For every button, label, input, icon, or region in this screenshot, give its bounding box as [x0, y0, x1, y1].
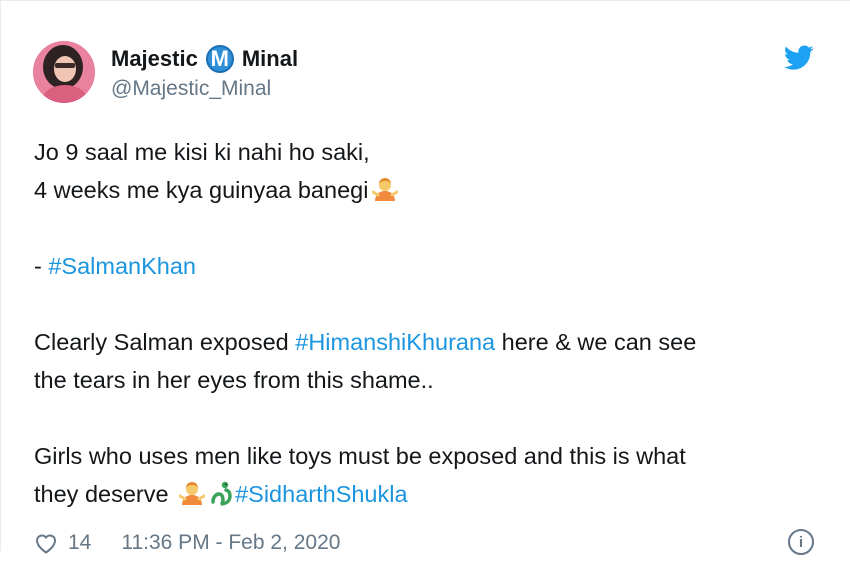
tweet-line: the tears in her eyes from this shame.. — [34, 367, 434, 393]
tweet-timestamp[interactable]: 11:36 PM - Feb 2, 2020 — [121, 531, 340, 555]
person-shrugging-emoji-icon — [179, 482, 206, 505]
author-name-last: Minal — [241, 46, 299, 71]
author-handle[interactable]: @Majestic_Minal — [111, 77, 271, 101]
twitter-bird-icon[interactable] — [784, 45, 814, 71]
tweet-line: Girls who uses men like toys must be exp… — [34, 443, 686, 469]
avatar-image — [33, 41, 95, 103]
person-shrugging-emoji-icon — [372, 178, 399, 201]
like-count[interactable]: 14 — [68, 531, 91, 555]
tweet-line: Clearly Salman exposed #HimanshiKhurana … — [34, 329, 697, 355]
hashtag-link[interactable]: #SalmanKhan — [48, 253, 196, 279]
tweet-footer: 14 11:36 PM - Feb 2, 2020 — [34, 523, 824, 563]
hashtag-link[interactable]: #SidharthShukla — [235, 481, 407, 507]
tweet-line: - #SalmanKhan — [34, 253, 196, 279]
author-name[interactable]: Majestic M Minal — [111, 43, 298, 75]
snake-emoji-icon — [211, 481, 232, 506]
tweet-text: Jo 9 saal me kisi ki nahi ho saki, 4 wee… — [34, 133, 824, 513]
author-name-first: Majestic — [111, 46, 198, 71]
tweet-line: they deserve #SidharthShukla — [34, 481, 408, 507]
tweet-line: Jo 9 saal me kisi ki nahi ho saki, — [34, 139, 370, 165]
info-icon[interactable]: i — [788, 529, 814, 555]
tweet-line: 4 weeks me kya guinyaa banegi — [34, 171, 824, 209]
avatar[interactable] — [33, 41, 95, 103]
tweet-card: Majestic M Minal @Majestic_Minal Jo 9 sa… — [0, 0, 850, 555]
hashtag-link[interactable]: #HimanshiKhurana — [295, 329, 495, 355]
author-badge-icon: M — [205, 45, 234, 73]
